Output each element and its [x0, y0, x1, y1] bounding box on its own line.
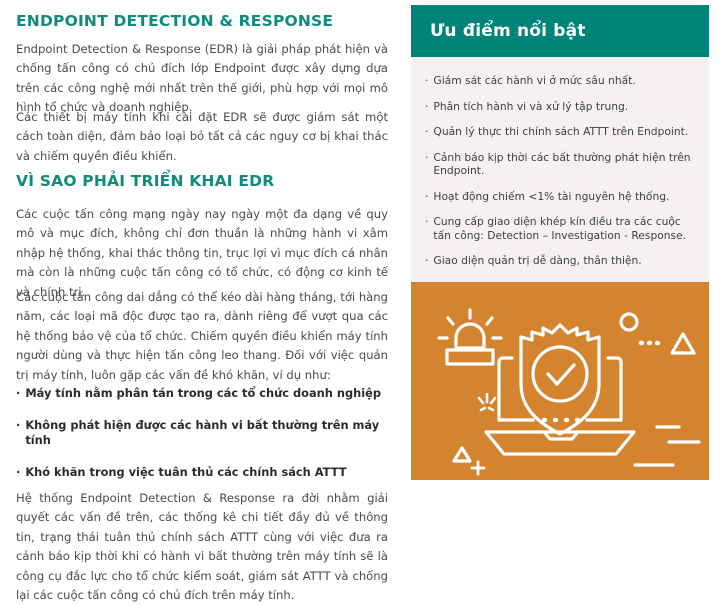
- siren-icon: [437, 307, 503, 366]
- list-item-label: Không phát hiện được các hành vi bất thư…: [25, 418, 380, 447]
- list-item: · Cung cấp giao diện khép kín điều tra c…: [425, 215, 693, 242]
- list-item: · Không phát hiện được các hành vi bất t…: [16, 418, 388, 448]
- list-item: · Phân tích hành vi và xử lý tập trung.: [425, 100, 693, 114]
- section-title-why-deploy-edr: VÌ SAO PHẢI TRIỂN KHAI EDR: [16, 172, 275, 190]
- list-item: · Hoạt động chiếm <1% tài nguyên hệ thốn…: [425, 190, 693, 204]
- bullet-marker-icon: ·: [16, 465, 21, 479]
- laptop-icon: [484, 355, 636, 456]
- conclusion-paragraph: Hệ thống Endpoint Detection & Response r…: [16, 491, 388, 603]
- highlights-panel: Ưu điểm nổi bật · Giám sát các hành vi ở…: [411, 5, 709, 480]
- bullet-marker-icon: ·: [425, 215, 429, 228]
- list-item-label: Máy tính nằm phân tán trong các tổ chức …: [25, 386, 381, 400]
- list-item: · Cảnh báo kịp thời các bất thường phát …: [425, 151, 693, 178]
- bullet-marker-icon: ·: [16, 418, 21, 432]
- highlights-panel-title: Ưu điểm nổi bật: [430, 21, 586, 41]
- bullet-marker-icon: ·: [425, 125, 429, 138]
- triangle-shape: [670, 331, 696, 355]
- list-item: · Giao diện quản trị dễ dàng, thân thiện…: [425, 254, 693, 268]
- list-item-label: Quản lý thực thi chính sách ATTT trên En…: [433, 125, 689, 138]
- left-content-column: ENDPOINT DETECTION & RESPONSE Endpoint D…: [16, 0, 388, 602]
- triangle-shape: [452, 445, 472, 463]
- highlights-panel-header: Ưu điểm nổi bật: [411, 5, 709, 57]
- list-item-label: Khó khăn trong việc tuân thủ các chính s…: [25, 465, 347, 479]
- challenges-list: · Máy tính nằm phân tán trong các tổ chứ…: [16, 386, 388, 497]
- why-paragraph-2: Các cuộc tấn công dai dẳng có thể kéo dà…: [16, 290, 388, 382]
- list-item-label: Cung cấp giao diện khép kín điều tra các…: [433, 215, 687, 242]
- list-item-label: Giám sát các hành vi ở mức sâu nhất.: [433, 74, 636, 87]
- circle-shape: [619, 311, 639, 332]
- list-item-label: Cảnh báo kịp thời các bất thường phát hi…: [433, 150, 691, 178]
- list-item: · Quản lý thực thi chính sách ATTT trên …: [425, 125, 693, 139]
- bullet-marker-icon: ·: [425, 150, 429, 164]
- list-item: · Khó khăn trong việc tuân thủ các chính…: [16, 465, 388, 480]
- page-title-endpoint-detection-response: ENDPOINT DETECTION & RESPONSE: [16, 12, 334, 30]
- list-item-label: Giao diện quản trị dễ dàng, thân thiện.: [433, 254, 642, 267]
- endpoint-security-illustration: [411, 281, 709, 480]
- list-item: · Giám sát các hành vi ở mức sâu nhất.: [425, 74, 693, 88]
- plus-shape: [470, 460, 486, 475]
- list-item-label: Phân tích hành vi và xử lý tập trung.: [433, 99, 629, 113]
- intro-paragraph-1: Endpoint Detection & Response (EDR) là g…: [16, 42, 388, 115]
- bullet-marker-icon: ·: [425, 99, 429, 113]
- list-item-label: Hoạt động chiếm <1% tài nguyên hệ thống.: [433, 189, 670, 203]
- illustration-svg: [437, 307, 701, 475]
- bullet-marker-icon: ·: [16, 386, 21, 400]
- highlights-feature-list: · Giám sát các hành vi ở mức sâu nhất. ·…: [411, 57, 709, 282]
- bullet-marker-icon: ·: [425, 74, 429, 87]
- bullet-marker-icon: ·: [425, 254, 429, 267]
- shield-check-icon: [519, 322, 601, 436]
- sparkle-shape: [477, 392, 497, 411]
- bullet-marker-icon: ·: [425, 189, 429, 203]
- intro-paragraph-2: Các thiết bị máy tính khi cài đặt EDR sẽ…: [16, 110, 388, 163]
- list-item: · Máy tính nằm phân tán trong các tổ chứ…: [16, 386, 388, 401]
